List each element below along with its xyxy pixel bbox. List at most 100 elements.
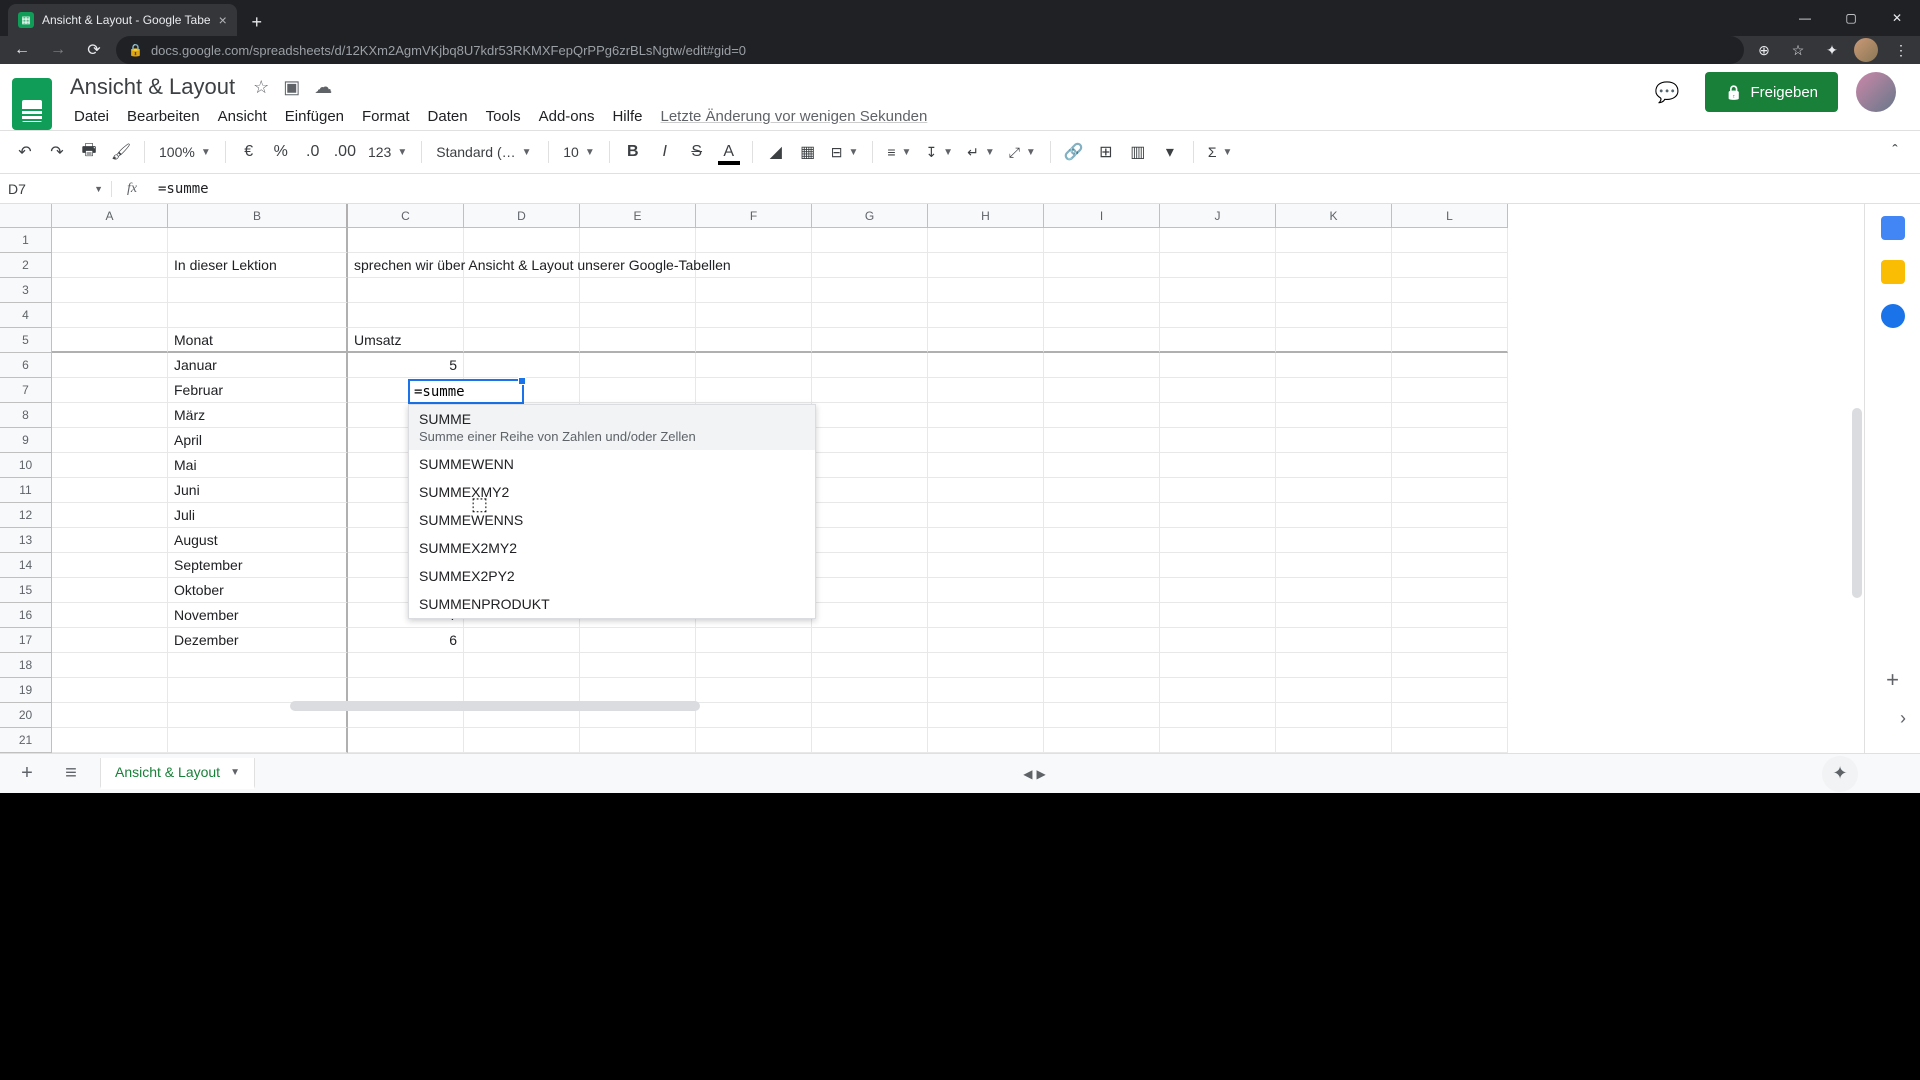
cell[interactable]	[1276, 678, 1392, 703]
all-sheets-button[interactable]: ≡	[56, 759, 86, 789]
cell[interactable]	[1276, 478, 1392, 503]
cell[interactable]	[928, 528, 1044, 553]
cell[interactable]	[928, 428, 1044, 453]
cell[interactable]	[168, 278, 348, 303]
row-header[interactable]: 13	[0, 528, 52, 553]
autocomplete-item[interactable]: SUMMEWENN	[409, 450, 815, 478]
row-header[interactable]: 12	[0, 503, 52, 528]
cell[interactable]	[812, 603, 928, 628]
column-header[interactable]: J	[1160, 204, 1276, 228]
account-avatar[interactable]	[1856, 72, 1896, 112]
cell[interactable]	[812, 628, 928, 653]
cell[interactable]	[1392, 478, 1508, 503]
explore-button[interactable]: ✦	[1822, 756, 1858, 792]
keep-addon-icon[interactable]	[1881, 260, 1905, 284]
tab-scroll-right-icon[interactable]: ▶	[1036, 767, 1045, 781]
cell[interactable]	[1392, 228, 1508, 253]
cell[interactable]	[1044, 678, 1160, 703]
menu-hilfe[interactable]: Hilfe	[604, 104, 650, 129]
extensions-icon[interactable]: ✦	[1820, 38, 1844, 62]
column-header[interactable]: B	[168, 204, 348, 228]
cell[interactable]	[52, 603, 168, 628]
cell[interactable]	[348, 653, 464, 678]
cell[interactable]	[1044, 503, 1160, 528]
cell[interactable]	[696, 353, 812, 378]
window-minimize-icon[interactable]: —	[1782, 0, 1828, 36]
sheets-logo-icon[interactable]	[12, 78, 52, 130]
cell[interactable]	[812, 403, 928, 428]
cell[interactable]	[812, 453, 928, 478]
cell[interactable]	[1160, 503, 1276, 528]
menu-datei[interactable]: Datei	[66, 104, 117, 129]
cell[interactable]	[812, 478, 928, 503]
row-header[interactable]: 16	[0, 603, 52, 628]
autocomplete-item[interactable]: SUMMEX2MY2	[409, 534, 815, 562]
cell[interactable]	[1392, 578, 1508, 603]
cell[interactable]	[1392, 728, 1508, 753]
cell[interactable]	[1392, 353, 1508, 378]
cell[interactable]	[1160, 228, 1276, 253]
cell[interactable]	[52, 728, 168, 753]
cell[interactable]	[696, 328, 812, 353]
cell[interactable]	[52, 628, 168, 653]
cell[interactable]	[928, 578, 1044, 603]
cell[interactable]	[1276, 278, 1392, 303]
insert-link-icon[interactable]: 🔗	[1059, 137, 1089, 167]
cell[interactable]	[1044, 728, 1160, 753]
cell[interactable]	[812, 278, 928, 303]
column-header[interactable]: F	[696, 204, 812, 228]
cell[interactable]: September	[168, 553, 348, 578]
address-bar[interactable]: 🔒 docs.google.com/spreadsheets/d/12KXm2A…	[116, 36, 1744, 64]
cell[interactable]	[1392, 328, 1508, 353]
cell[interactable]	[464, 653, 580, 678]
cell[interactable]	[1160, 278, 1276, 303]
menu-format[interactable]: Format	[354, 104, 418, 129]
number-format-select[interactable]: 123▼	[362, 137, 413, 167]
column-header[interactable]: K	[1276, 204, 1392, 228]
vertical-align-icon[interactable]: ↧▼	[919, 137, 959, 167]
cell[interactable]	[1392, 553, 1508, 578]
cell[interactable]	[168, 228, 348, 253]
window-close-icon[interactable]: ✕	[1874, 0, 1920, 36]
cell[interactable]	[1160, 378, 1276, 403]
cell[interactable]: sprechen wir über Ansicht & Layout unser…	[348, 253, 464, 278]
star-icon[interactable]: ☆	[253, 77, 269, 98]
currency-icon[interactable]: €	[234, 137, 264, 167]
document-title[interactable]: Ansicht & Layout	[66, 72, 239, 102]
cell[interactable]	[812, 578, 928, 603]
row-header[interactable]: 2	[0, 253, 52, 278]
cell[interactable]	[1044, 403, 1160, 428]
cell[interactable]	[1044, 603, 1160, 628]
text-color-icon[interactable]: A	[714, 137, 744, 167]
cell[interactable]	[1044, 253, 1160, 278]
cell[interactable]	[52, 653, 168, 678]
cell[interactable]	[928, 728, 1044, 753]
text-rotation-icon[interactable]: ⤢▼	[1003, 137, 1042, 167]
menu-daten[interactable]: Daten	[420, 104, 476, 129]
cell[interactable]	[464, 278, 580, 303]
cell[interactable]	[52, 328, 168, 353]
install-app-icon[interactable]: ⊕	[1752, 38, 1776, 62]
cell[interactable]	[52, 253, 168, 278]
cell[interactable]	[1160, 603, 1276, 628]
cell[interactable]	[52, 428, 168, 453]
font-size-select[interactable]: 10▼	[557, 137, 600, 167]
cell[interactable]	[580, 378, 696, 403]
cell[interactable]	[1160, 553, 1276, 578]
cell[interactable]	[1160, 328, 1276, 353]
cell[interactable]	[52, 303, 168, 328]
cell[interactable]	[812, 428, 928, 453]
cell[interactable]	[1160, 428, 1276, 453]
cell[interactable]	[812, 703, 928, 728]
cell[interactable]	[464, 303, 580, 328]
cell[interactable]	[1160, 528, 1276, 553]
cell[interactable]	[928, 328, 1044, 353]
cell[interactable]	[1276, 253, 1392, 278]
cell[interactable]	[52, 278, 168, 303]
cell[interactable]	[812, 503, 928, 528]
cell[interactable]	[928, 628, 1044, 653]
formula-input[interactable]: =summe	[152, 181, 1920, 197]
cell[interactable]	[580, 303, 696, 328]
cell[interactable]	[696, 703, 812, 728]
cell[interactable]	[812, 253, 928, 278]
